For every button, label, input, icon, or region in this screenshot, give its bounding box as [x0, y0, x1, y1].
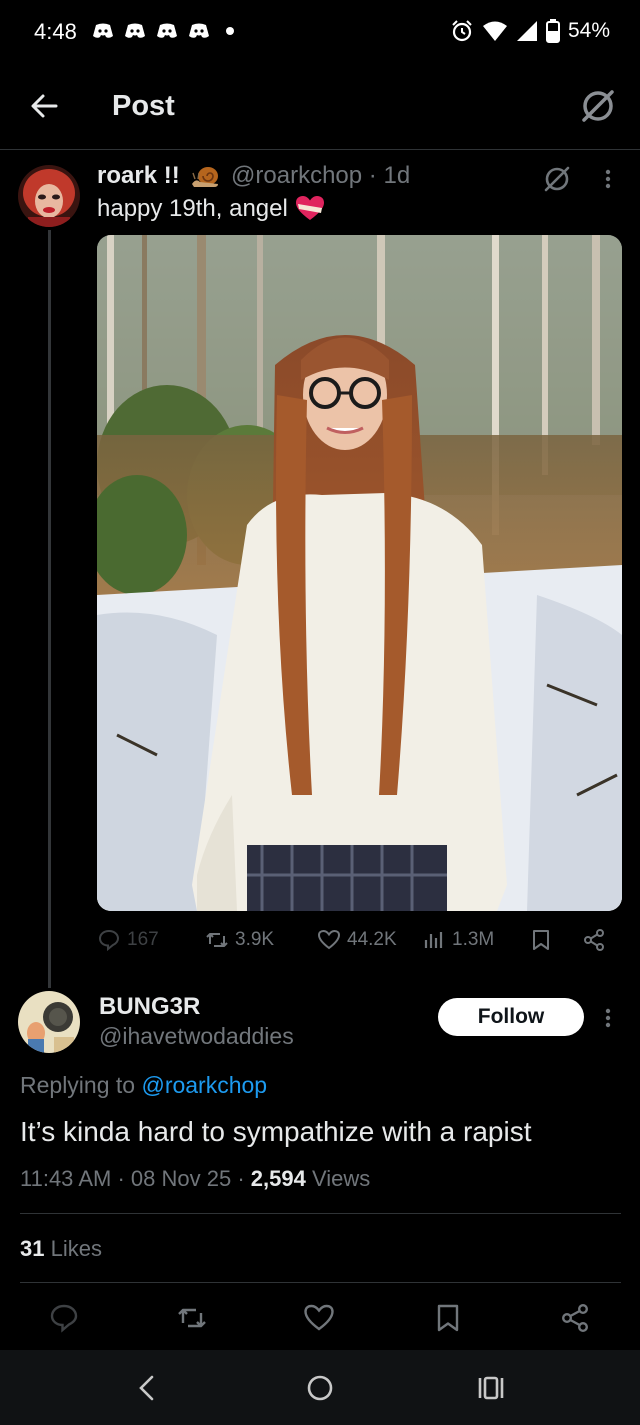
post-actions: 167 3.9K 44.2K 1.3M [97, 928, 622, 958]
nav-home-icon[interactable] [304, 1372, 336, 1404]
status-right: 54% [450, 19, 610, 43]
post-age: 1d [383, 162, 411, 189]
share-icon[interactable] [559, 1302, 591, 1334]
more-notifications-dot [226, 27, 234, 35]
handle[interactable]: @roarkchop [231, 162, 362, 189]
post-header: roark !! @roarkchop · 1d [97, 162, 410, 190]
meta-separator: · [368, 162, 384, 189]
top-bar: Post [0, 64, 640, 150]
views-chart-icon [424, 932, 443, 948]
likes-summary[interactable]: 31 Likes [20, 1236, 102, 1262]
bookmark-action[interactable] [529, 928, 553, 952]
status-time: 4:48 [34, 19, 77, 44]
reply-action[interactable]: 167 [97, 928, 159, 952]
views-count: 2,594 [250, 1166, 306, 1191]
grok-icon[interactable] [540, 162, 574, 196]
grok-icon[interactable] [578, 86, 618, 126]
avatar[interactable] [18, 165, 80, 227]
views-count: 1.3M [452, 929, 495, 950]
page-title: Post [112, 90, 175, 122]
notification-icons [92, 22, 234, 40]
discord-icon [189, 23, 209, 38]
heart-bandage-emoji-icon [295, 196, 324, 220]
views-label: Views [311, 1166, 371, 1191]
wifi-icon [482, 21, 507, 41]
snail-emoji-icon [192, 167, 219, 187]
follow-button[interactable]: Follow [438, 998, 584, 1036]
like-action[interactable]: 44.2K [317, 928, 397, 952]
likes-count: 31 [20, 1236, 45, 1261]
post-text: happy 19th, angel [97, 195, 325, 223]
alarm-icon [452, 20, 472, 42]
heart-icon [317, 929, 341, 950]
repost-icon [206, 933, 228, 947]
meta-separator: · [117, 1166, 131, 1191]
replying-to: Replying to @roarkchop [20, 1072, 267, 1099]
system-nav-bar [0, 1350, 640, 1425]
avatar[interactable] [18, 991, 80, 1053]
replying-prefix: Replying to [20, 1072, 136, 1098]
meta-separator: · [237, 1166, 251, 1191]
divider [20, 1282, 621, 1283]
post-date: 08 Nov 25 [130, 1166, 232, 1191]
like-count: 44.2K [347, 929, 397, 950]
thread-line [48, 230, 51, 988]
likes-label: Likes [50, 1236, 102, 1261]
signal-icon [516, 21, 537, 41]
heart-icon[interactable] [303, 1302, 335, 1334]
discord-icon [93, 23, 113, 38]
more-options-icon[interactable] [600, 164, 616, 194]
post-metadata: 11:43 AM · 08 Nov 25 · 2,594 Views [20, 1166, 370, 1192]
replying-handle-link[interactable]: @roarkchop [141, 1072, 267, 1098]
repost-count: 3.9K [235, 929, 275, 950]
battery-percent: 54% [567, 19, 610, 42]
handle[interactable]: @ihavetwodaddies [99, 1023, 294, 1050]
divider [20, 1213, 621, 1214]
bookmark-icon[interactable] [432, 1302, 464, 1334]
nav-back-icon[interactable] [132, 1372, 164, 1404]
post-text: It’s kinda hard to sympathize with a rap… [20, 1116, 532, 1147]
post-image[interactable] [97, 235, 622, 911]
reply-actions [0, 1302, 640, 1342]
share-icon [584, 929, 604, 951]
share-action[interactable] [582, 928, 606, 952]
display-name[interactable]: roark !! [97, 162, 180, 189]
post-text-content: happy 19th, angel [97, 195, 288, 222]
display-name[interactable]: BUNG3R [99, 993, 200, 1021]
reply-icon [98, 929, 120, 952]
nav-recents-icon[interactable] [475, 1372, 507, 1404]
battery-icon [545, 19, 560, 43]
back-arrow-icon[interactable] [28, 90, 60, 122]
discord-icon [125, 23, 145, 38]
discord-icon [157, 23, 177, 38]
post-time: 11:43 AM [20, 1166, 112, 1191]
more-options-icon[interactable] [600, 1003, 616, 1033]
reply-count: 167 [127, 929, 159, 950]
bookmark-icon [533, 930, 549, 950]
status-bar: 4:48 54% [0, 0, 640, 64]
repost-icon[interactable] [176, 1302, 208, 1334]
views-action[interactable]: 1.3M [422, 928, 494, 952]
repost-action[interactable]: 3.9K [205, 928, 274, 952]
reply-icon[interactable] [48, 1302, 80, 1334]
